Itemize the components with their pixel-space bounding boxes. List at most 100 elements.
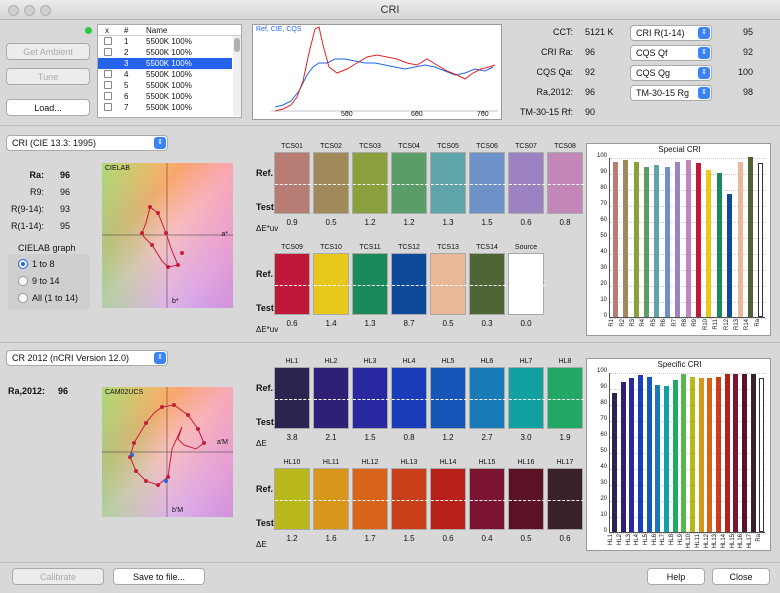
x-tick: R4 [640, 319, 647, 327]
table-row[interactable]: 3 5500K 100% [98, 58, 232, 69]
graph-range-radio[interactable] [18, 293, 28, 303]
swatch-divider [314, 500, 350, 501]
swatch-caption: HL13 [400, 459, 418, 466]
bar [707, 378, 713, 532]
swatch-divider [314, 399, 350, 400]
swatch-delta: 0.9 [286, 218, 298, 227]
cri-stat-label: R(1-14): [10, 221, 44, 231]
table-row[interactable]: 6 5500K 100% [98, 91, 232, 102]
swatch-divider [353, 285, 389, 286]
row-name: 5500K 100% [146, 70, 192, 79]
bar [741, 373, 747, 532]
get-ambient-button[interactable]: Get Ambient [6, 43, 90, 60]
y-tick: 40 [600, 249, 607, 255]
table-row[interactable]: 1 5500K 100% [98, 36, 232, 47]
color-swatch [547, 468, 584, 530]
spectrum-tick: 700 [477, 111, 489, 118]
swatch-divider [509, 285, 545, 286]
help-button[interactable]: Help [647, 568, 705, 585]
table-row[interactable]: 2 5500K 100% [98, 47, 232, 58]
bar [664, 166, 670, 317]
x-tick: R3 [630, 319, 636, 327]
swatch-divider [353, 500, 389, 501]
cr2012-method-select[interactable]: CR 2012 (nCRI Version 12.0) ⇕ [6, 350, 168, 366]
chevron-down-icon: ⇕ [698, 87, 710, 99]
metric-select-result: 98 [742, 87, 753, 97]
y-tick: 100 [596, 368, 607, 374]
row-checkbox[interactable] [104, 59, 112, 67]
row-number: 5 [124, 81, 129, 90]
metric-select[interactable]: CRI R(1-14) ⇕ [630, 25, 712, 41]
y-tick: 90 [600, 169, 607, 175]
color-swatch [508, 152, 545, 214]
spectra-table[interactable]: x # Name 1 5500K 100% 2 5500K 100% 3 5500K 10… [97, 24, 242, 118]
metric-label: Ra,2012: [536, 87, 573, 97]
x-tick: HL11 [695, 534, 701, 548]
test-label: Test [256, 303, 274, 313]
swatch-caption: HL17 [556, 459, 574, 466]
gridline [610, 158, 766, 159]
row-number: 7 [124, 103, 129, 112]
cri-method-select[interactable]: CRI (CIE 13.3: 1995) ⇕ [6, 135, 168, 151]
color-swatch [313, 152, 350, 214]
swatch-delta: 0.6 [442, 534, 454, 543]
swatch-caption: TCS04 [398, 143, 420, 150]
swatch-divider [431, 184, 467, 185]
load-button[interactable]: Load... [6, 99, 90, 116]
spectrum-tick: 500 [341, 111, 353, 118]
x-tick: Ra [754, 319, 761, 327]
bar [706, 169, 712, 317]
swatch-delta: 1.9 [559, 433, 571, 442]
y-tick: 70 [600, 416, 607, 422]
row-checkbox[interactable] [104, 81, 112, 89]
swatch-caption: TCS03 [359, 143, 381, 150]
graph-range-radio[interactable] [18, 276, 28, 286]
metric-label: CRI Ra: [540, 47, 573, 57]
swatch-caption: HL3 [363, 358, 377, 365]
table-row[interactable]: 7 5500K 100% [98, 102, 232, 113]
color-swatch [274, 468, 311, 530]
metric-select[interactable]: CQS Qg ⇕ [630, 65, 712, 81]
close-button[interactable]: Close [712, 568, 770, 585]
bar [685, 160, 691, 317]
row-checkbox[interactable] [104, 70, 112, 78]
bar [633, 161, 639, 317]
x-tick: HL9 [677, 534, 684, 546]
bar [672, 380, 678, 532]
swatch-caption: TCS10 [320, 244, 342, 251]
x-tick: HL10 [686, 534, 693, 549]
swatch-divider [392, 500, 428, 501]
swatch-delta: 0.5 [442, 319, 454, 328]
bar [620, 381, 626, 532]
y-tick: 0 [603, 528, 607, 534]
save-to-file-button[interactable]: Save to file... [113, 568, 205, 585]
row-checkbox[interactable] [104, 48, 112, 56]
row-checkbox[interactable] [104, 92, 112, 100]
calibrate-button[interactable]: Calibrate [12, 568, 104, 585]
y-tick: 70 [600, 201, 607, 207]
graph-range-radio[interactable] [18, 259, 28, 269]
x-tick: R10 [702, 319, 709, 331]
x-tick: HL14 [721, 534, 727, 549]
swatch-divider [314, 184, 350, 185]
swatch-delta: 1.7 [364, 534, 376, 543]
metric-value: 96 [585, 87, 596, 97]
row-number: 6 [124, 92, 129, 101]
color-swatch [508, 253, 545, 315]
table-row[interactable]: 5 5500K 100% [98, 80, 232, 91]
swatch-caption: Source [514, 244, 538, 251]
x-tick: Ra [755, 534, 762, 542]
swatch-caption: HL2 [324, 358, 338, 365]
swatch-caption: TCS05 [437, 143, 459, 150]
row-checkbox[interactable] [104, 103, 112, 111]
table-row[interactable]: 4 5500K 100% [98, 69, 232, 80]
metric-select[interactable]: TM-30-15 Rg ⇕ [630, 85, 712, 101]
metric-select[interactable]: CQS Qf ⇕ [630, 45, 712, 61]
table-scrollbar[interactable] [233, 36, 241, 116]
row-checkbox[interactable] [104, 37, 112, 45]
swatch-delta: 0.6 [559, 534, 571, 543]
metric-select-value: CQS Qf [636, 48, 668, 58]
status-indicator [85, 27, 92, 34]
tune-button[interactable]: Tune [6, 68, 90, 85]
bar [646, 376, 652, 532]
